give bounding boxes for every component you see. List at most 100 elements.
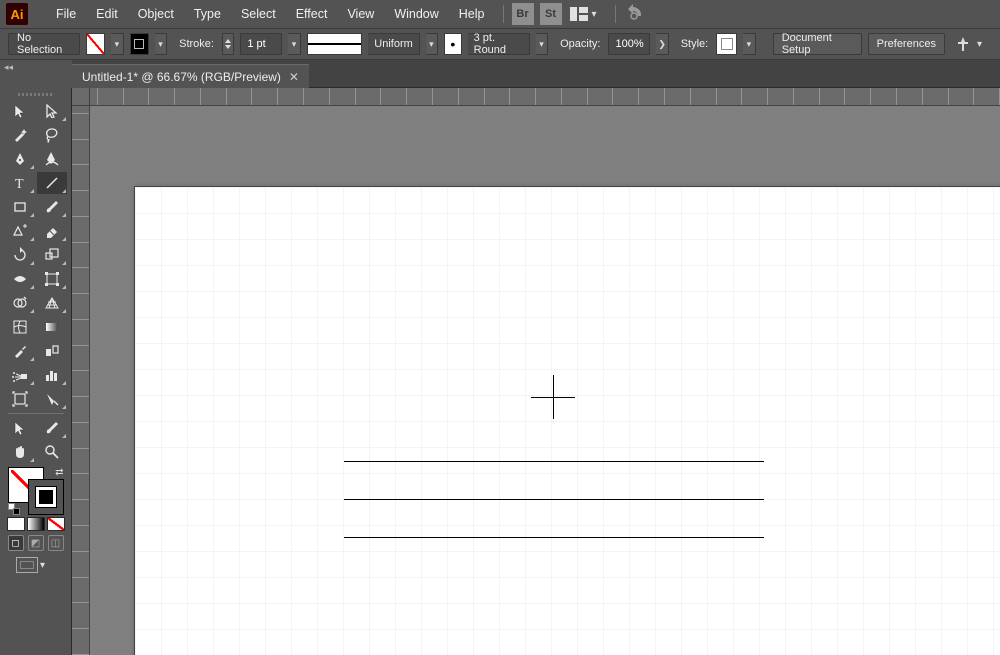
line-segment-tool[interactable]	[37, 172, 67, 194]
main-area: T	[0, 88, 1000, 655]
stroke-weight-dropdown[interactable]: ▾	[288, 33, 300, 55]
menu-window[interactable]: Window	[384, 3, 448, 25]
fill-swatch-dropdown[interactable]: ▾	[111, 33, 123, 55]
paintbrush-tool-2[interactable]	[37, 417, 67, 439]
paintbrush-tool[interactable]	[37, 196, 67, 218]
toolbox: T	[0, 88, 72, 655]
graphic-style-swatch[interactable]	[716, 33, 737, 55]
gradient-tool[interactable]	[37, 316, 67, 338]
drawn-line-1[interactable]	[344, 461, 764, 462]
menu-object[interactable]: Object	[128, 3, 184, 25]
stroke-style-dropdown[interactable]: ▾	[426, 33, 438, 55]
rectangle-tool[interactable]	[5, 196, 35, 218]
menu-view[interactable]: View	[337, 3, 384, 25]
document-tab[interactable]: Untitled-1* @ 66.67% (RGB/Preview) ✕	[72, 64, 309, 88]
brush-profile-preview[interactable]: •	[444, 33, 462, 55]
stroke-style-preview[interactable]	[307, 33, 363, 55]
style-label[interactable]: Style:	[681, 38, 709, 50]
slice-tool[interactable]	[37, 388, 67, 410]
color-mode-gradient[interactable]	[27, 517, 45, 531]
selection-tool[interactable]	[5, 100, 35, 122]
toolbox-grip[interactable]	[4, 92, 68, 96]
fill-swatch[interactable]	[86, 33, 105, 55]
document-tab-title: Untitled-1* @ 66.67% (RGB/Preview)	[82, 70, 281, 84]
perspective-grid-tool[interactable]	[37, 292, 67, 314]
draw-behind-icon[interactable]: ◩	[28, 535, 44, 551]
stroke-color-box[interactable]	[28, 479, 64, 515]
type-tool[interactable]: T	[5, 172, 35, 194]
stroke-swatch[interactable]	[130, 33, 149, 55]
brush-profile-name: 3 pt. Round	[468, 33, 530, 55]
artboard-tool[interactable]	[5, 388, 35, 410]
color-mode-none[interactable]	[47, 517, 65, 531]
ruler-vertical[interactable]	[72, 88, 90, 655]
lasso-tool[interactable]	[37, 124, 67, 146]
draw-inside-icon[interactable]: ◫	[48, 535, 64, 551]
menu-help[interactable]: Help	[449, 3, 495, 25]
stroke-style-name: Uniform	[368, 33, 420, 55]
arrange-documents-icon[interactable]	[568, 3, 590, 25]
panel-collapse-grip[interactable]: ◂◂	[0, 60, 72, 88]
ruler-horizontal[interactable]	[72, 88, 1000, 106]
selection-indicator: No Selection	[8, 33, 80, 55]
artboard[interactable]	[134, 186, 1000, 655]
preferences-button[interactable]: Preferences	[868, 33, 945, 55]
canvas[interactable]	[72, 88, 1000, 655]
menu-select[interactable]: Select	[231, 3, 286, 25]
document-tab-bar: ◂◂ Untitled-1* @ 66.67% (RGB/Preview) ✕	[0, 60, 1000, 88]
zoom-tool[interactable]	[37, 441, 67, 463]
stroke-swatch-dropdown[interactable]: ▾	[155, 33, 167, 55]
drawn-line-3[interactable]	[344, 537, 764, 538]
eraser-tool[interactable]	[37, 220, 67, 242]
stroke-label[interactable]: Stroke:	[179, 38, 214, 50]
hand-tool[interactable]	[5, 441, 35, 463]
menu-effect[interactable]: Effect	[286, 3, 338, 25]
width-tool[interactable]	[5, 268, 35, 290]
crosshair-cursor-icon	[531, 375, 575, 419]
menu-file[interactable]: File	[46, 3, 86, 25]
free-transform-tool[interactable]	[37, 268, 67, 290]
menu-type[interactable]: Type	[184, 3, 231, 25]
close-tab-icon[interactable]: ✕	[289, 70, 299, 84]
menu-separator-2	[615, 5, 616, 23]
mesh-tool[interactable]	[5, 316, 35, 338]
blend-tool[interactable]	[37, 340, 67, 362]
stroke-weight-stepper[interactable]	[222, 33, 234, 55]
align-pin-dropdown[interactable]: ▾	[977, 39, 982, 50]
stroke-weight-field[interactable]: 1 pt	[240, 33, 282, 55]
column-graph-tool[interactable]	[37, 364, 67, 386]
magic-wand-tool[interactable]	[5, 124, 35, 146]
rotate-tool[interactable]	[5, 244, 35, 266]
ruler-origin[interactable]	[72, 88, 90, 106]
color-mode-solid[interactable]	[7, 517, 25, 531]
shape-builder-tool[interactable]	[5, 292, 35, 314]
graphic-style-dropdown[interactable]: ▾	[743, 33, 755, 55]
screen-mode-button[interactable]: ▾	[16, 557, 55, 573]
direct-selection-tool[interactable]	[37, 100, 67, 122]
menu-edit[interactable]: Edit	[86, 3, 128, 25]
svg-text:T: T	[15, 177, 24, 190]
shaper-tool[interactable]	[5, 220, 35, 242]
align-pin-icon[interactable]	[955, 36, 971, 52]
default-fill-stroke-icon[interactable]	[8, 503, 20, 515]
scale-tool[interactable]	[37, 244, 67, 266]
draw-normal-icon[interactable]: ◻	[8, 535, 24, 551]
control-bar: No Selection ▾ ▾ Stroke: 1 pt ▾ Uniform …	[0, 28, 1000, 60]
stock-icon[interactable]: St	[540, 3, 562, 25]
brush-profile-dropdown[interactable]: ▾	[536, 33, 548, 55]
eyedropper-tool[interactable]	[5, 340, 35, 362]
fill-stroke-picker[interactable]: ⇄	[8, 467, 64, 515]
opacity-dropdown[interactable]: ❯	[656, 33, 668, 55]
bridge-icon[interactable]: Br	[512, 3, 534, 25]
selection-tool-2[interactable]	[5, 417, 35, 439]
curvature-tool[interactable]	[37, 148, 67, 170]
opacity-label[interactable]: Opacity:	[560, 38, 600, 50]
symbol-sprayer-tool[interactable]	[5, 364, 35, 386]
pen-tool[interactable]	[5, 148, 35, 170]
drawn-line-2[interactable]	[344, 499, 764, 500]
gpu-preview-icon[interactable]	[624, 4, 644, 24]
document-setup-button[interactable]: Document Setup	[773, 33, 862, 55]
swap-fill-stroke-icon[interactable]: ⇄	[55, 467, 63, 478]
opacity-field[interactable]: 100%	[608, 33, 650, 55]
arrange-documents-dropdown[interactable]: ▾	[592, 9, 597, 20]
